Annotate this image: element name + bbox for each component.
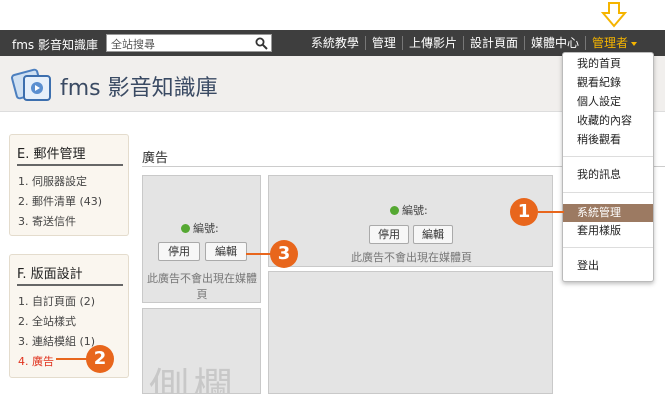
admin-menu-toggle[interactable]: 管理者 (584, 36, 643, 50)
sidebar-item-site-style[interactable]: 2. 全站樣式 (18, 312, 128, 332)
layout-design-title: F. 版面設計 (17, 263, 123, 286)
content-area-panel (268, 271, 553, 394)
callout-2: 2 (86, 345, 114, 373)
menu-item-favorites[interactable]: 收藏的內容 (563, 112, 653, 130)
mail-management-title: E. 郵件管理 (17, 143, 123, 166)
search-icon[interactable] (255, 37, 268, 50)
edit-button-right[interactable]: 編輯 (413, 225, 453, 244)
menu-item-watch-history[interactable]: 觀看紀錄 (563, 74, 653, 92)
admin-label: 管理者 (591, 36, 628, 50)
callout-1: 1 (510, 198, 538, 226)
sidebar-item-custom-pages[interactable]: 1. 自訂頁面 (2) (18, 292, 128, 312)
menu-item-apply-template[interactable]: 套用樣版 (563, 222, 653, 240)
callout-3-line (246, 253, 272, 255)
nav-manage[interactable]: 管理 (364, 36, 402, 50)
sidebar-item-server-settings[interactable]: 1. 伺服器設定 (18, 172, 128, 192)
pointer-arrow-icon (601, 2, 627, 28)
callout-2-line (56, 358, 88, 360)
section-title-ads: 廣告 (142, 151, 169, 166)
caret-down-icon (631, 41, 637, 46)
menu-item-my-home[interactable]: 我的首頁 (563, 55, 653, 73)
ad-note-right: 此廣告不會出現在媒體頁 (351, 251, 472, 264)
sidebar-item-link-modules[interactable]: 3. 連結模組 (1) (18, 332, 128, 352)
menu-divider (563, 156, 653, 157)
search-placeholder: 全站搜尋 (111, 38, 155, 51)
menu-item-watch-later[interactable]: 稍後觀看 (563, 131, 653, 149)
menu-item-my-messages[interactable]: 我的訊息 (563, 166, 653, 184)
check-icon (181, 224, 190, 233)
main-nav: 系統教學 管理 上傳影片 設計頁面 媒體中心 管理者 (305, 36, 643, 50)
menu-divider (563, 192, 653, 193)
ad-label-left: 編號: (181, 220, 219, 236)
logo-text[interactable]: fms 影音知識庫 (60, 70, 218, 102)
ad-label-right: 編號: (390, 202, 428, 218)
ad-note-left: 此廣告不會出現在媒體頁 (147, 272, 257, 301)
nav-tutorial[interactable]: 系統教學 (305, 36, 365, 50)
menu-item-personal-settings[interactable]: 個人設定 (563, 93, 653, 111)
sidebar-area-text: 側欄 (149, 365, 237, 394)
disable-button-right[interactable]: 停用 (369, 225, 409, 244)
edit-button-left[interactable]: 編輯 (205, 242, 247, 261)
sidebar-item-send-mail[interactable]: 3. 寄送信件 (18, 212, 128, 232)
mail-management-box: E. 郵件管理 1. 伺服器設定 2. 郵件清單 (43) 3. 寄送信件 (9, 134, 129, 236)
menu-item-system-admin[interactable]: 系統管理 (563, 204, 653, 222)
ad-panel-right: 編號: 停用 編輯 此廣告不會出現在媒體頁 (268, 175, 553, 267)
nav-media-center[interactable]: 媒體中心 (523, 36, 585, 50)
sidebar-item-mail-list[interactable]: 2. 郵件清單 (43) (18, 192, 128, 212)
callout-3: 3 (270, 240, 298, 268)
site-name-link[interactable]: fms 影音知識庫 (12, 36, 98, 53)
callout-1-line (538, 211, 564, 213)
menu-divider (563, 247, 653, 248)
search-input[interactable]: 全站搜尋 (106, 34, 272, 52)
sidebar-area-panel: 側欄 (142, 308, 261, 394)
admin-dropdown-menu: 我的首頁 觀看紀錄 個人設定 收藏的內容 稍後觀看 我的訊息 系統管理 套用樣版… (562, 52, 654, 282)
logo-icon[interactable] (8, 62, 56, 106)
check-icon (390, 206, 399, 215)
menu-item-logout[interactable]: 登出 (563, 257, 653, 275)
nav-upload[interactable]: 上傳影片 (401, 36, 463, 50)
nav-design[interactable]: 設計頁面 (462, 36, 524, 50)
ad-panel-left: 編號: 停用 編輯 此廣告不會出現在媒體頁 (142, 175, 261, 303)
disable-button-left[interactable]: 停用 (158, 242, 200, 261)
